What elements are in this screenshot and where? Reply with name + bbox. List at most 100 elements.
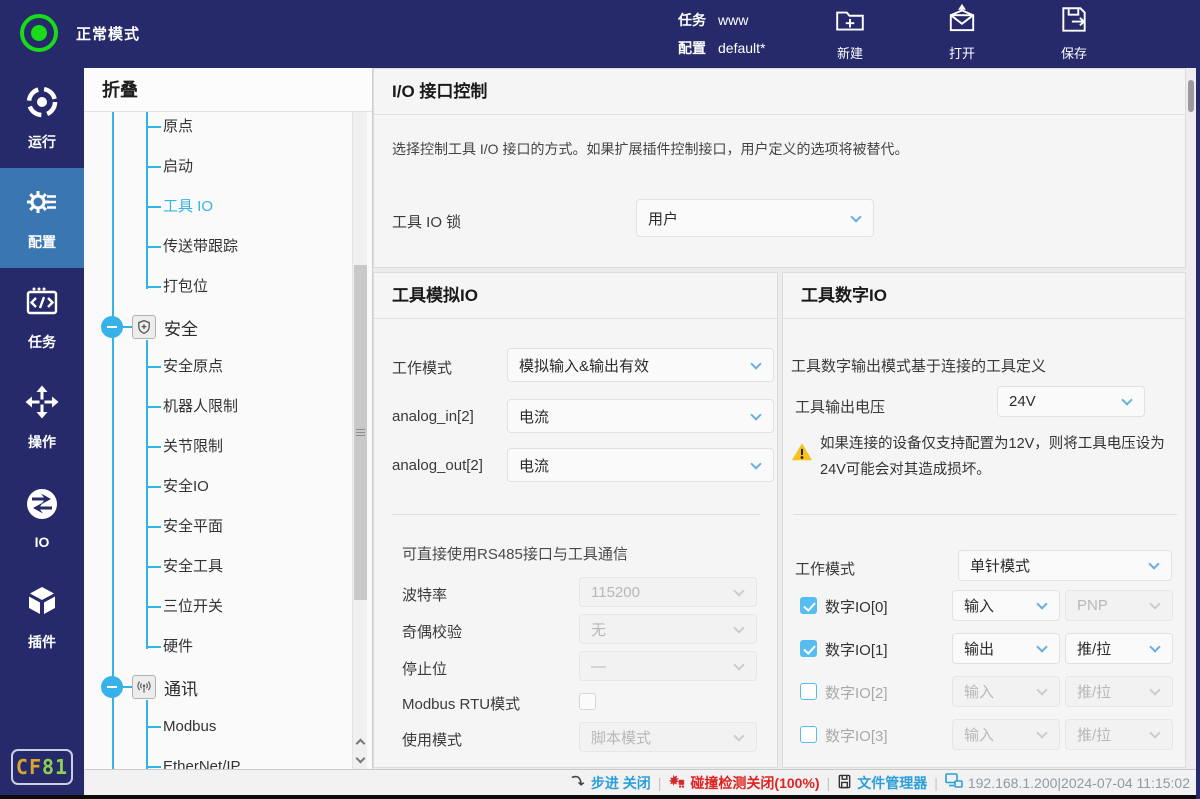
digital-io-0-direction-select[interactable]: 输入: [952, 590, 1060, 621]
modbus-rtu-checkbox[interactable]: [579, 693, 596, 710]
sidebar-item-operate[interactable]: 操作: [0, 368, 84, 468]
tree-item-safety-io[interactable]: 安全IO: [146, 476, 209, 498]
file-manager-button[interactable]: 文件管理器: [837, 773, 927, 793]
tool-io-lock-select[interactable]: 用户: [636, 199, 874, 237]
tree-item-joint-limit[interactable]: 关节限制: [146, 436, 223, 458]
digital-io-2-checkbox[interactable]: [800, 683, 817, 700]
parity-label: 奇偶校验: [402, 621, 462, 642]
move-arrows-icon: [24, 384, 60, 425]
sidebar-item-config[interactable]: 配置: [0, 168, 84, 268]
mode-label: 正常模式: [76, 23, 140, 44]
divider: [392, 514, 760, 515]
step-arrow-icon: [570, 773, 586, 792]
digital-io-2-direction-select: 输入: [952, 676, 1060, 707]
divider: [793, 514, 1177, 515]
network-status: 192.168.1.200|2024-07-04 11:15:02: [945, 773, 1190, 792]
tree-item-safety-tool[interactable]: 安全工具: [146, 556, 223, 578]
sidebar-item-task[interactable]: 任务: [0, 268, 84, 368]
tree-scrollbar-thumb[interactable]: [354, 265, 367, 600]
tree-scrollbar[interactable]: [352, 112, 367, 769]
sidebar-item-run[interactable]: 运行: [0, 68, 84, 168]
file-manager-icon: [837, 774, 852, 792]
chevron-down-icon: [733, 659, 744, 670]
config-label: 配置: [678, 38, 706, 58]
collision-status[interactable]: 碰撞检测关闭(100%): [668, 773, 819, 793]
chevron-down-icon: [750, 358, 761, 369]
tree-item-conveyor[interactable]: 传送带跟踪: [146, 236, 238, 258]
digital-io-row-0: 数字IO[0] 输入 PNP: [783, 590, 1185, 621]
separator: |: [827, 775, 831, 791]
tool-voltage-select[interactable]: 24V: [997, 386, 1145, 417]
save-button[interactable]: 保存: [1043, 4, 1105, 62]
analog-out-select[interactable]: 电流: [507, 448, 774, 482]
scroll-down-button[interactable]: [354, 752, 367, 767]
sidebar: 运行 配置 任务 操作 IO: [0, 68, 84, 795]
tree-node-comm[interactable]: 通讯: [101, 675, 198, 699]
tree-node-safety[interactable]: 安全: [101, 315, 198, 339]
main-scrollbar[interactable]: [1186, 68, 1196, 769]
chevron-down-icon: [750, 458, 761, 469]
broadcast-icon: [132, 675, 156, 699]
analog-in-select[interactable]: 电流: [507, 399, 774, 433]
chevron-down-icon: [1149, 641, 1160, 652]
task-label: 任务: [678, 10, 706, 30]
collapse-node-icon[interactable]: [101, 676, 123, 698]
digital-io-1-checkbox[interactable]: [800, 640, 817, 657]
mode-status-icon: [20, 14, 58, 52]
tool-analog-io-section: 工具模拟IO 工作模式 模拟输入&输出有效 analog_in[2] 电流 an…: [373, 272, 778, 768]
step-status[interactable]: 步进 关闭: [570, 773, 651, 793]
sidebar-item-io[interactable]: IO: [0, 468, 84, 568]
statusbar: 步进 关闭 | 碰撞检测关闭(100%) | 文件管理器 | 192.168.1…: [85, 769, 1196, 795]
chevron-down-icon: [1149, 727, 1160, 738]
digital-io-2-mode-select: 推/拉: [1065, 676, 1173, 707]
open-button[interactable]: 打开: [931, 4, 993, 62]
cube-icon: [24, 584, 60, 625]
tree-item-robot-limit[interactable]: 机器人限制: [146, 396, 238, 418]
tree-item-safety-home[interactable]: 安全原点: [146, 356, 223, 378]
window-bottom-edge: [0, 795, 1200, 799]
main-scrollbar-thumb[interactable]: [1188, 80, 1194, 112]
app-window: 正常模式 任务 www 配置 default* 新建: [0, 0, 1200, 799]
baud-rate-select: 115200: [579, 577, 757, 607]
digital-work-mode-select[interactable]: 单针模式: [958, 550, 1172, 581]
parity-select: 无: [579, 614, 757, 644]
digital-io-3-mode-select: 推/拉: [1065, 719, 1173, 750]
code-window-icon: [24, 284, 60, 325]
chevron-down-icon: [733, 730, 744, 741]
digital-io-1-mode-select[interactable]: 推/拉: [1065, 633, 1173, 664]
tree-item-modbus[interactable]: Modbus: [146, 716, 216, 738]
rs485-note: 可直接使用RS485接口与工具通信: [402, 543, 628, 564]
digital-io-note: 工具数字输出模式基于连接的工具定义: [791, 355, 1046, 376]
digital-io-0-checkbox[interactable]: [800, 597, 817, 614]
tree-item-three-pos-switch[interactable]: 三位开关: [146, 596, 223, 618]
tree-item-safety-plane[interactable]: 安全平面: [146, 516, 223, 538]
tool-voltage-label: 工具输出电压: [795, 396, 885, 417]
collision-icon: [668, 773, 685, 792]
new-button[interactable]: 新建: [819, 4, 881, 62]
section-description: 选择控制工具 I/O 接口的方式。如果扩展插件控制接口，用户定义的选项将被替代。: [392, 139, 908, 159]
scroll-up-button[interactable]: [354, 734, 367, 749]
baud-rate-label: 波特率: [402, 584, 447, 605]
chevron-down-icon: [1148, 558, 1159, 569]
tree-item-startup[interactable]: 启动: [146, 156, 193, 178]
tree-item-hardware[interactable]: 硬件: [146, 636, 193, 658]
analog-work-mode-select[interactable]: 模拟输入&输出有效: [507, 348, 774, 382]
tree-item-ethernet-ip[interactable]: EtherNet/IP: [146, 756, 241, 769]
collapse-node-icon[interactable]: [101, 316, 123, 338]
digital-io-3-checkbox[interactable]: [800, 726, 817, 743]
task-config-block: 任务 www 配置 default*: [678, 6, 765, 62]
collapse-button[interactable]: 折叠: [84, 68, 372, 112]
tree-item-pack-pos[interactable]: 打包位: [146, 276, 208, 298]
digital-io-0-mode-select: PNP: [1065, 590, 1173, 621]
save-icon: [1058, 4, 1090, 41]
digital-io-1-direction-select[interactable]: 输出: [952, 633, 1060, 664]
tree-item-tool-io[interactable]: 工具 IO: [146, 196, 213, 218]
chevron-down-icon: [733, 585, 744, 596]
task-value: www: [718, 12, 748, 28]
work-mode-label: 工作模式: [392, 357, 452, 378]
chevron-down-icon: [1036, 684, 1047, 695]
tree-item-origin[interactable]: 原点: [146, 116, 193, 138]
io-interface-control-section: I/O 接口控制 选择控制工具 I/O 接口的方式。如果扩展插件控制接口，用户定…: [373, 68, 1186, 268]
chevron-down-icon: [750, 409, 761, 420]
sidebar-item-plugin[interactable]: 插件: [0, 568, 84, 668]
